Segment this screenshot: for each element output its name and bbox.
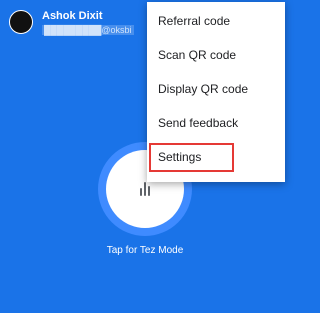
menu-item-label: Scan QR code	[158, 48, 237, 62]
tez-mode-caption: Tap for Tez Mode	[106, 245, 184, 256]
menu-item-send-feedback[interactable]: Send feedback	[147, 106, 285, 140]
settings-highlight-box	[149, 143, 234, 172]
menu-item-scan-qr-code[interactable]: Scan QR code	[147, 38, 285, 72]
overflow-menu: Referral code Scan QR code Display QR co…	[147, 2, 285, 182]
account-email: █████████@oksbi	[42, 25, 134, 35]
menu-item-label: Send feedback	[158, 116, 239, 130]
avatar[interactable]	[9, 10, 33, 34]
account-name: Ashok Dixit	[42, 10, 103, 22]
menu-item-referral-code[interactable]: Referral code	[147, 4, 285, 38]
menu-item-display-qr-code[interactable]: Display QR code	[147, 72, 285, 106]
menu-item-label: Referral code	[158, 14, 231, 28]
menu-item-label: Display QR code	[158, 82, 249, 96]
